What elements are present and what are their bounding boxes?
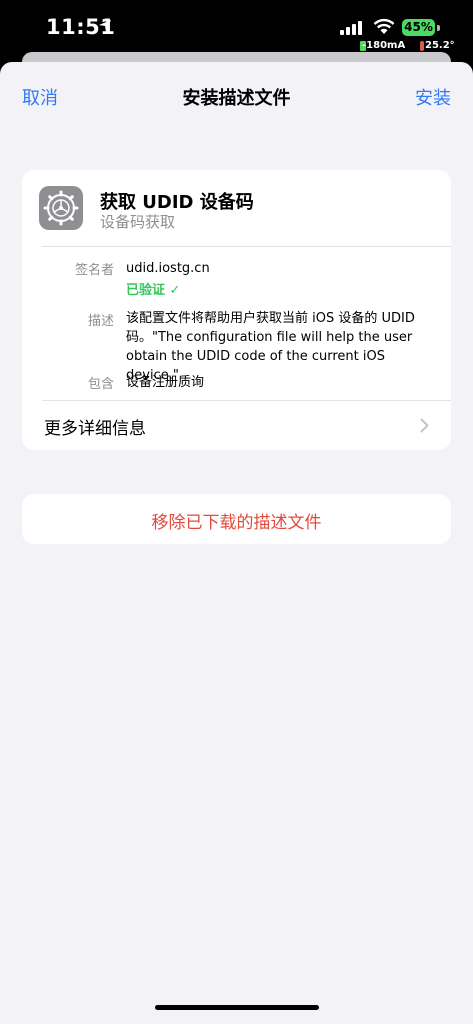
wifi-icon [373, 18, 395, 39]
contains-value: 设备注册质询 [126, 375, 205, 390]
cancel-button[interactable]: 取消 [22, 84, 58, 110]
battery-temperature: 25.2° [425, 40, 455, 51]
location-arrow-icon [98, 18, 112, 37]
install-profile-sheet: 取消 安装描述文件 安装 获取 UDID 设备码 设备码获取 签名者 udid.… [0, 62, 473, 1024]
verified-status: 已验证 ✓ [126, 283, 181, 298]
profile-card: 获取 UDID 设备码 设备码获取 签名者 udid.iostg.cn 已验证 … [22, 170, 451, 450]
more-details-row[interactable]: 更多详细信息 [22, 401, 451, 450]
status-bar: 11:51 45% -180mA 25.2° [0, 0, 473, 56]
battery-tip [437, 25, 440, 31]
contains-label: 包含 [87, 377, 114, 392]
profile-subtitle: 设备码获取 [100, 213, 176, 231]
signer-label: 签名者 [74, 263, 114, 278]
battery-current: -180mA [362, 40, 406, 51]
thermometer-icon [420, 41, 424, 51]
signer-value: udid.iostg.cn [126, 261, 210, 276]
home-indicator[interactable] [155, 1005, 319, 1010]
battery-indicator: 45% [402, 19, 435, 36]
divider [42, 246, 451, 247]
remove-profile-label: 移除已下载的描述文件 [151, 513, 322, 533]
install-button[interactable]: 安装 [415, 84, 451, 110]
description-label: 描述 [87, 314, 114, 329]
page-title: 安装描述文件 [182, 88, 291, 109]
settings-gear-icon [39, 186, 83, 230]
more-details-label: 更多详细信息 [44, 419, 146, 439]
navigation-bar: 取消 安装描述文件 安装 [0, 62, 473, 126]
chevron-right-icon [420, 418, 429, 437]
cellular-signal-icon [340, 20, 366, 39]
remove-profile-button[interactable]: 移除已下载的描述文件 [22, 494, 451, 544]
